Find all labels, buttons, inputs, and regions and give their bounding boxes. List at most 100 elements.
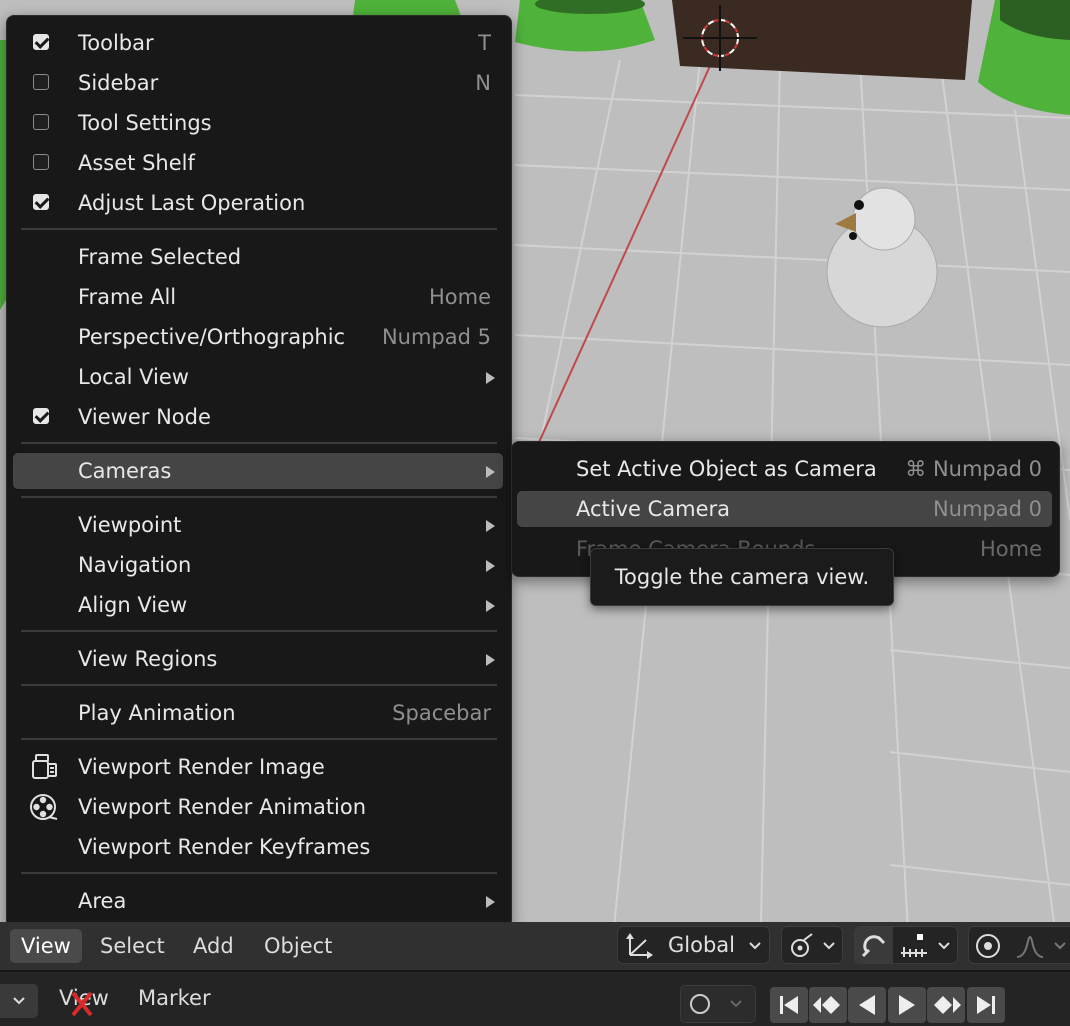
- editor-type-dropdown[interactable]: [0, 984, 38, 1018]
- pivot-point-dropdown[interactable]: [781, 926, 843, 964]
- proportional-editing-controls[interactable]: [968, 926, 1070, 964]
- menu-item-shortcut: Home: [979, 537, 1042, 561]
- menu-item-play-animation[interactable]: Play Animation Spacebar: [13, 695, 503, 731]
- menu-item-align-view[interactable]: Align View: [13, 587, 503, 623]
- prev-keyframe-button[interactable]: [809, 987, 847, 1023]
- next-keyframe-icon: [934, 996, 961, 1014]
- menu-item-label: Navigation: [78, 553, 192, 577]
- chevron-down-icon: [730, 1000, 742, 1008]
- transform-orientation-dropdown[interactable]: Global: [617, 926, 770, 964]
- submenu-arrow-icon: [486, 372, 495, 384]
- checkbox-unchecked-icon[interactable]: [33, 154, 49, 170]
- falloff-icon: [1016, 936, 1044, 958]
- chevron-down-icon: [823, 942, 835, 950]
- checkbox-checked-icon[interactable]: [33, 408, 49, 424]
- proportional-edit-icon: [976, 934, 1000, 958]
- menu-item-label: Viewer Node: [78, 405, 211, 429]
- tooltip-text: Toggle the camera view.: [614, 565, 870, 589]
- menu-item-area[interactable]: Area: [13, 883, 503, 919]
- orientation-value: Global: [668, 933, 735, 957]
- menu-item-label: Viewport Render Keyframes: [78, 835, 371, 859]
- timeline-header: View Marker: [0, 970, 1070, 1026]
- chevron-down-icon: [1054, 942, 1066, 950]
- snap-increment-icon: [901, 934, 927, 957]
- menu-item-set-active-object-as-camera[interactable]: Set Active Object as Camera ⌘ Numpad 0: [517, 451, 1052, 487]
- header-menu-view[interactable]: View: [10, 929, 82, 963]
- menu-item-label: Perspective/Orthographic: [78, 325, 346, 349]
- menu-item-shortcut: Numpad 5: [381, 325, 491, 349]
- next-keyframe-button[interactable]: [927, 987, 965, 1023]
- menu-item-viewer-node[interactable]: Viewer Node: [13, 399, 503, 435]
- jump-end-icon: [977, 996, 995, 1014]
- menu-item-shortcut: ⌘ Numpad 0: [905, 457, 1042, 481]
- menu-item-label: Sidebar: [78, 71, 159, 95]
- submenu-arrow-icon: [486, 896, 495, 908]
- checkbox-unchecked-icon[interactable]: [33, 114, 49, 130]
- render-still-icon: [32, 754, 57, 779]
- play-reverse-button[interactable]: [848, 987, 886, 1023]
- menu-item-label: Adjust Last Operation: [78, 191, 306, 215]
- menu-separator: [21, 228, 497, 230]
- menu-item-label: Set Active Object as Camera: [576, 457, 877, 481]
- header-menu-add[interactable]: Add: [182, 929, 245, 963]
- menu-item-cameras[interactable]: Cameras: [13, 453, 503, 489]
- menu-item-asset-shelf[interactable]: Asset Shelf: [13, 145, 503, 181]
- menu-item-sidebar[interactable]: Sidebar N: [13, 65, 503, 101]
- menu-item-viewport-render-animation[interactable]: Viewport Render Animation: [13, 789, 503, 825]
- transform-orientation-icon: [626, 933, 653, 959]
- menu-item-viewpoint[interactable]: Viewpoint: [13, 507, 503, 543]
- film-reel-icon: [30, 794, 58, 820]
- chevron-down-icon: [938, 942, 950, 950]
- menu-item-frame-selected[interactable]: Frame Selected: [13, 239, 503, 275]
- menu-item-label: Area: [78, 889, 127, 913]
- menu-separator: [21, 442, 497, 444]
- menu-item-active-camera[interactable]: Active Camera Numpad 0: [517, 491, 1052, 527]
- snap-toggle[interactable]: [855, 927, 893, 963]
- jump-start-icon: [780, 996, 798, 1014]
- snap-magnet-icon: [861, 935, 886, 958]
- menu-item-viewport-render-image[interactable]: Viewport Render Image: [13, 749, 503, 785]
- menu-item-viewport-render-keyframes[interactable]: Viewport Render Keyframes: [13, 829, 503, 865]
- viewport-header: View Select Add Object Global: [0, 922, 1070, 970]
- play-icon: [899, 995, 915, 1015]
- menu-item-label: Local View: [78, 365, 189, 389]
- submenu-arrow-icon: [486, 654, 495, 666]
- menu-item-tool-settings[interactable]: Tool Settings: [13, 105, 503, 141]
- menu-item-label: View Regions: [78, 647, 218, 671]
- menu-item-local-view[interactable]: Local View: [13, 359, 503, 395]
- play-button[interactable]: [888, 987, 926, 1023]
- checkbox-checked-icon[interactable]: [33, 194, 49, 210]
- menu-item-view-regions[interactable]: View Regions: [13, 641, 503, 677]
- menu-item-adjust-last-operation[interactable]: Adjust Last Operation: [13, 185, 503, 221]
- checkbox-unchecked-icon[interactable]: [33, 74, 49, 90]
- menu-item-navigation[interactable]: Navigation: [13, 547, 503, 583]
- menu-separator: [21, 872, 497, 874]
- menu-item-shortcut: Spacebar: [392, 701, 491, 725]
- snapping-controls[interactable]: [854, 926, 958, 964]
- play-reverse-icon: [859, 995, 875, 1015]
- menu-separator: [21, 496, 497, 498]
- menu-item-label: Align View: [78, 593, 188, 617]
- menu-item-frame-all[interactable]: Frame All Home: [13, 279, 503, 315]
- header-menu-object[interactable]: Object: [253, 929, 343, 963]
- chevron-down-icon: [749, 942, 761, 950]
- menu-item-toolbar[interactable]: Toolbar T: [13, 25, 503, 61]
- checkbox-checked-icon[interactable]: [33, 34, 49, 50]
- menu-item-shortcut: T: [478, 31, 491, 55]
- menu-item-label: Viewpoint: [78, 513, 182, 537]
- menu-item-label: Toolbar: [78, 31, 154, 55]
- menu-item-label: Tool Settings: [78, 111, 212, 135]
- menu-separator: [21, 684, 497, 686]
- header-menu-select[interactable]: Select: [89, 929, 176, 963]
- submenu-arrow-icon: [486, 520, 495, 532]
- menu-item-label: Frame All: [78, 285, 177, 309]
- jump-start-button[interactable]: [770, 987, 808, 1023]
- auto-keying-controls[interactable]: [680, 985, 756, 1023]
- jump-end-button[interactable]: [967, 987, 1005, 1023]
- menu-item-label: Cameras: [78, 459, 172, 483]
- timeline-menu-marker[interactable]: Marker: [138, 986, 211, 1010]
- pivot-icon: [791, 933, 813, 957]
- menu-item-perspective-orthographic[interactable]: Perspective/Orthographic Numpad 5: [13, 319, 503, 355]
- menu-item-label: Play Animation: [78, 701, 236, 725]
- submenu-arrow-icon: [486, 560, 495, 572]
